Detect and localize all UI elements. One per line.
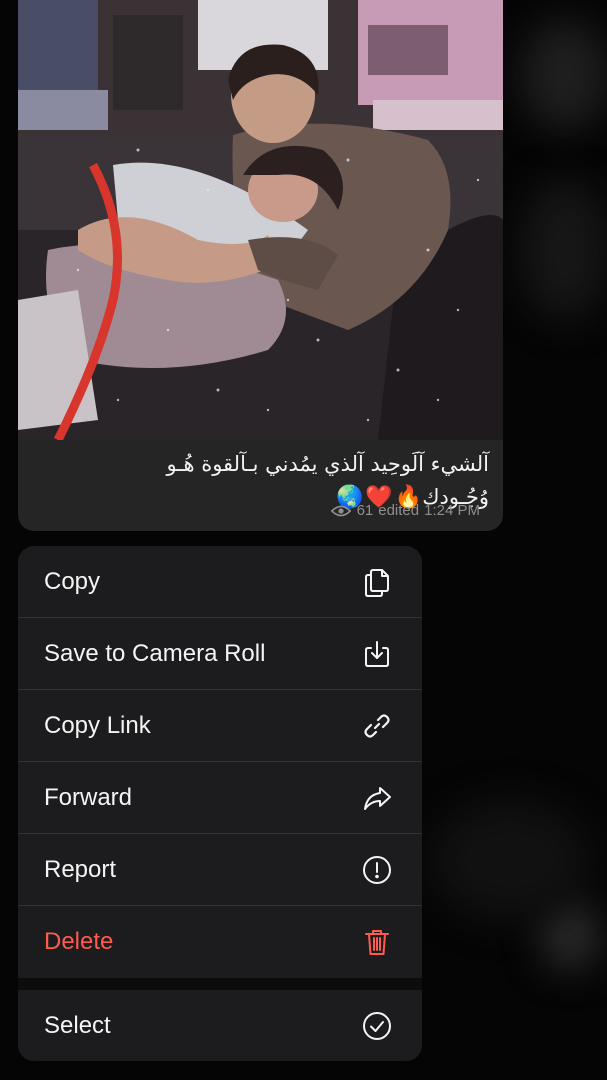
menu-item-forward[interactable]: Forward — [18, 762, 422, 834]
forward-icon — [360, 781, 394, 815]
report-icon — [360, 853, 394, 887]
background-blur — [430, 800, 590, 920]
link-icon — [360, 709, 394, 743]
trash-icon — [360, 925, 394, 959]
menu-item-label: Forward — [44, 783, 133, 811]
menu-item-copy[interactable]: Copy — [18, 546, 422, 618]
menu-item-save-to-camera-roll[interactable]: Save to Camera Roll — [18, 618, 422, 690]
message-time: 1:24 PM — [424, 502, 480, 519]
eye-icon — [330, 505, 351, 516]
menu-item-select[interactable]: Select — [18, 990, 422, 1061]
menu-item-copy-link[interactable]: Copy Link — [18, 690, 422, 762]
menu-item-label: Copy — [44, 567, 101, 595]
download-icon — [360, 637, 394, 671]
view-count: 61 — [356, 502, 374, 519]
check-circle-icon — [360, 1009, 394, 1043]
chat-screen: آلشيء آلَوحِيد آلذي يمُدني بـآلقوة هُـو … — [0, 0, 607, 1080]
menu-item-report[interactable]: Report — [18, 834, 422, 906]
edited-label: edited — [378, 502, 420, 519]
context-menu: Copy Save to Camera Roll Copy Link Forwa… — [18, 546, 422, 1061]
menu-item-label: Report — [44, 855, 117, 883]
message-meta: 61 edited 1:24 PM — [330, 502, 485, 519]
photo-illustration — [18, 0, 503, 440]
message-bubble[interactable]: آلشيء آلَوحِيد آلذي يمُدني بـآلقوة هُـو … — [18, 0, 503, 531]
background-blur — [520, 180, 607, 320]
menu-item-label: Copy Link — [44, 711, 151, 739]
menu-item-label: Delete — [44, 928, 114, 955]
caption-line-1: آلشيء آلَوحِيد آلذي يمُدني بـآلقوة هُـو — [166, 452, 489, 476]
menu-item-label: Select — [44, 1012, 111, 1039]
menu-item-label: Save to Camera Roll — [44, 639, 266, 667]
menu-separator — [18, 978, 422, 990]
copy-icon — [360, 565, 394, 599]
menu-item-delete[interactable]: Delete — [18, 906, 422, 978]
message-photo[interactable] — [18, 0, 503, 440]
background-blur — [520, 20, 607, 130]
